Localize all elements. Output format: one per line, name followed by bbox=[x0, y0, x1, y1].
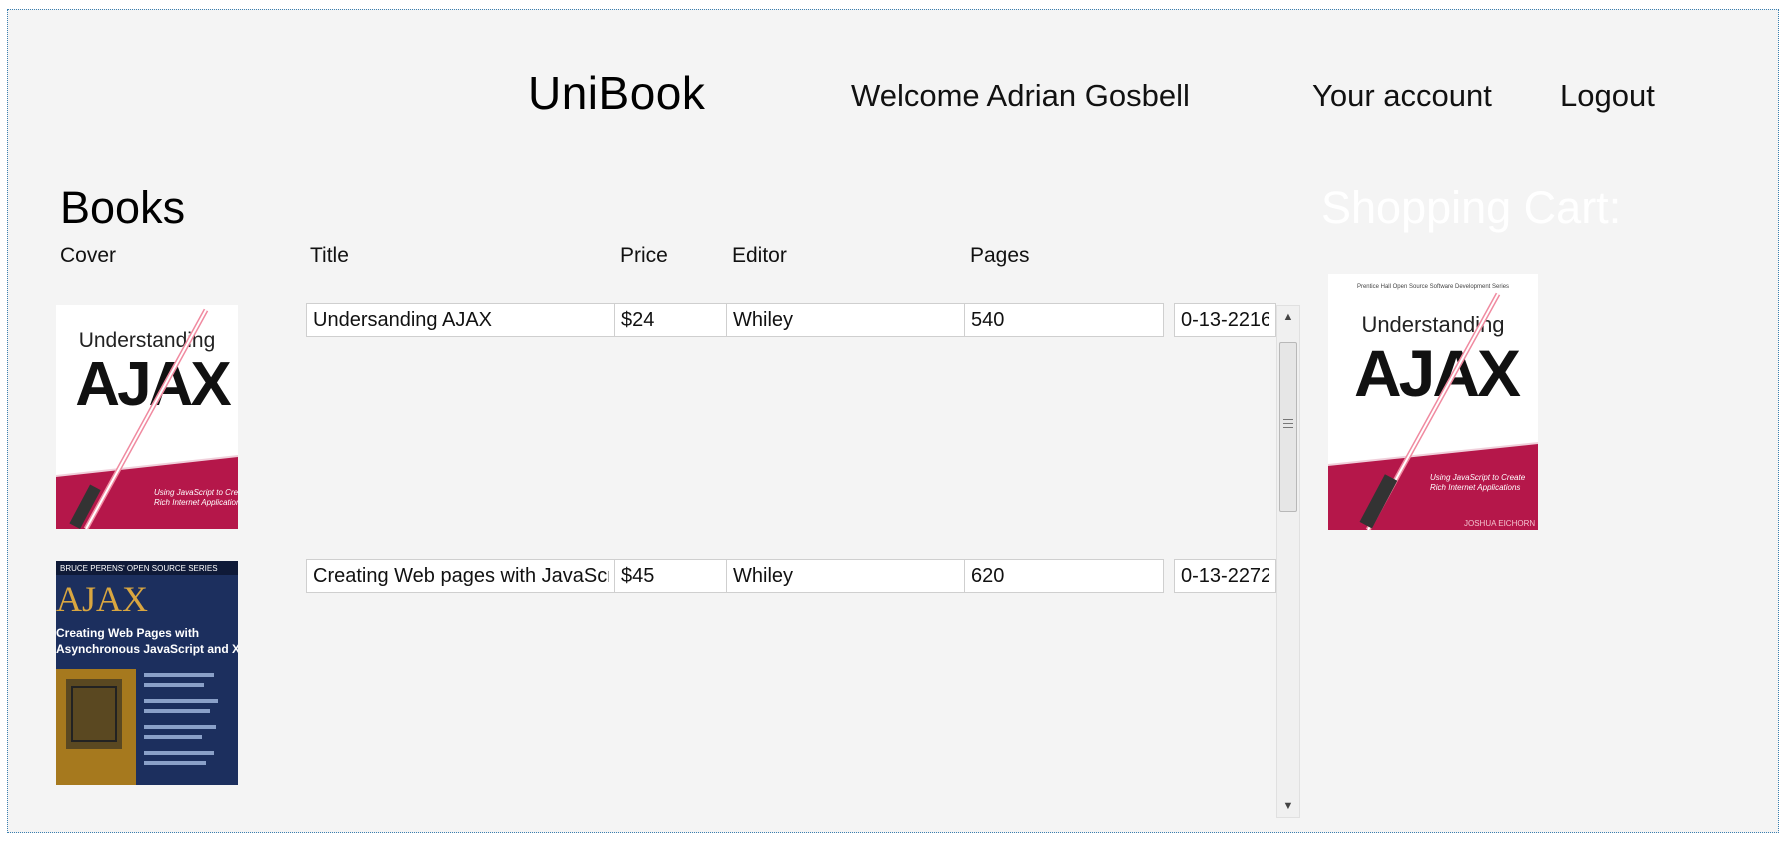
svg-text:Rich Internet Applications: Rich Internet Applications bbox=[154, 498, 238, 507]
svg-text:BRUCE PERENS' OPEN SOURCE SERI: BRUCE PERENS' OPEN SOURCE SERIES bbox=[60, 564, 218, 573]
price-field[interactable] bbox=[614, 559, 728, 593]
shopping-cart-heading: Shopping Cart: bbox=[1321, 182, 1622, 233]
your-account-link[interactable]: Your account bbox=[1312, 78, 1492, 114]
books-heading: Books bbox=[60, 182, 186, 233]
brand-title: UniBook bbox=[528, 67, 706, 119]
cart-understanding-ajax-cover-art: Prentice Hall Open Source Software Devel… bbox=[1328, 274, 1538, 532]
book-cover-image[interactable]: BRUCE PERENS' OPEN SOURCE SERIES AJAX Cr… bbox=[56, 561, 238, 785]
books-table: Understanding AJAX Using JavaScript to C… bbox=[48, 297, 1276, 820]
grip-icon bbox=[1283, 419, 1293, 433]
column-header-price: Price bbox=[620, 244, 668, 267]
svg-text:Prentice Hall Open Source Soft: Prentice Hall Open Source Software Devel… bbox=[1357, 284, 1509, 290]
scrollbar-thumb[interactable] bbox=[1279, 342, 1297, 512]
welcome-message: Welcome Adrian Gosbell bbox=[851, 78, 1190, 113]
table-row: Understanding AJAX Using JavaScript to C… bbox=[48, 297, 1276, 537]
isbn-field[interactable] bbox=[1174, 303, 1276, 337]
column-header-title: Title bbox=[310, 244, 349, 267]
logout-link[interactable]: Logout bbox=[1560, 78, 1655, 114]
svg-text:JOSHUA EICHORN: JOSHUA EICHORN bbox=[1464, 519, 1535, 528]
svg-text:Using JavaScript to Create: Using JavaScript to Create bbox=[1430, 473, 1526, 482]
pages-field[interactable] bbox=[964, 559, 1164, 593]
pages-field[interactable] bbox=[964, 303, 1164, 337]
column-header-editor: Editor bbox=[732, 244, 787, 267]
svg-text:AJAX: AJAX bbox=[56, 579, 148, 619]
creating-web-pages-cover-art: BRUCE PERENS' OPEN SOURCE SERIES AJAX Cr… bbox=[56, 561, 238, 785]
column-header-pages: Pages bbox=[970, 244, 1030, 267]
svg-text:Rich Internet Applications: Rich Internet Applications bbox=[1430, 483, 1520, 492]
table-row: BRUCE PERENS' OPEN SOURCE SERIES AJAX Cr… bbox=[48, 553, 1276, 793]
page-frame: UniBook Welcome Adrian Gosbell Your acco… bbox=[7, 9, 1779, 833]
price-field[interactable] bbox=[614, 303, 728, 337]
table-scrollbar[interactable]: ▲ ▼ bbox=[1276, 305, 1300, 818]
editor-field[interactable] bbox=[726, 303, 966, 337]
understanding-ajax-cover-art: Understanding AJAX Using JavaScript to C… bbox=[56, 305, 238, 529]
scroll-up-arrow-icon[interactable]: ▲ bbox=[1277, 306, 1299, 328]
editor-field[interactable] bbox=[726, 559, 966, 593]
column-header-cover: Cover bbox=[60, 244, 117, 267]
svg-text:Creating Web Pages with: Creating Web Pages with bbox=[56, 626, 199, 640]
isbn-field[interactable] bbox=[1174, 559, 1276, 593]
scroll-down-arrow-icon[interactable]: ▼ bbox=[1277, 795, 1299, 817]
title-field[interactable] bbox=[306, 559, 616, 593]
book-cover-image[interactable]: Understanding AJAX Using JavaScript to C… bbox=[56, 305, 238, 529]
title-field[interactable] bbox=[306, 303, 616, 337]
svg-text:Using JavaScript to Create: Using JavaScript to Create bbox=[154, 488, 238, 497]
cart-item-cover[interactable]: Prentice Hall Open Source Software Devel… bbox=[1328, 274, 1538, 532]
svg-text:Asynchronous JavaScript and XM: Asynchronous JavaScript and XML bbox=[56, 642, 238, 656]
